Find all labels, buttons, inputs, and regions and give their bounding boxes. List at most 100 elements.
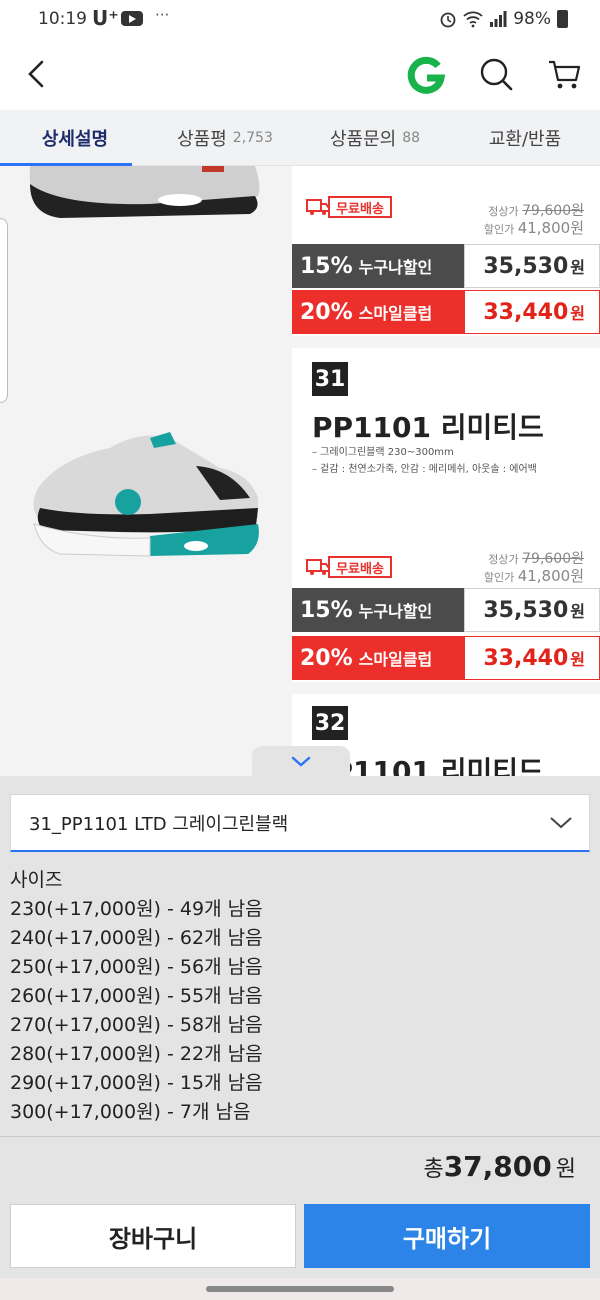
search-icon <box>480 58 513 91</box>
discount-price-value: 41,800원 <box>517 567 584 585</box>
promo-percent: 20% <box>300 299 353 325</box>
tab-exchange-return[interactable]: 교환/반품 <box>450 110 600 165</box>
size-option[interactable]: 240(+17,000원) - 62개 남음 <box>10 924 590 953</box>
promo-name: 스마일클럽 <box>358 304 433 323</box>
tab-label: 교환/반품 <box>488 128 562 150</box>
alarm-icon <box>440 12 456 28</box>
size-option[interactable]: 280(+17,000원) - 22개 남음 <box>10 1040 590 1069</box>
promo-price-unit: 원 <box>570 304 585 323</box>
product-detail-content[interactable]: 무료배송 정상가 79,600원 할인가 41,800원 15% 누구나할인 35… <box>0 166 600 776</box>
chevron-down-icon <box>550 817 572 829</box>
size-option[interactable]: 250(+17,000원) - 56개 남음 <box>10 953 590 982</box>
promo-percent: 15% <box>300 253 353 279</box>
back-button[interactable] <box>18 54 58 94</box>
promo-price: 33,440 <box>483 645 569 671</box>
size-option[interactable]: 270(+17,000원) - 58개 남음 <box>10 1011 590 1040</box>
buy-now-button[interactable]: 구매하기 <box>304 1204 590 1268</box>
navigation-bar <box>0 1278 600 1300</box>
tab-reviews[interactable]: 상품평 2,753 <box>150 110 300 165</box>
truck-icon <box>306 199 330 215</box>
status-time: 10:19 <box>38 9 87 29</box>
divider <box>0 1136 600 1137</box>
truck-icon <box>306 559 330 575</box>
free-shipping-badge: 무료배송 <box>306 188 394 232</box>
cart-icon <box>549 60 581 89</box>
total-label: 총 <box>423 1157 444 1182</box>
battery-icon <box>557 10 568 28</box>
free-shipping-label: 무료배송 <box>328 556 392 578</box>
sheet-collapse-button[interactable] <box>252 746 350 778</box>
promo-name: 누구나할인 <box>358 602 433 621</box>
discount-price: 할인가 41,800원 <box>484 217 584 238</box>
total-amount: 37,800 <box>443 1150 552 1183</box>
selected-option: 31_PP1101 LTD 그레이그린블랙 <box>29 813 289 835</box>
free-shipping-badge: 무료배송 <box>306 548 394 592</box>
tab-label: 상품평 <box>177 128 227 150</box>
item-number: 32 <box>312 706 348 740</box>
g-logo-icon <box>407 56 446 94</box>
discount-price-label: 할인가 <box>483 223 515 236</box>
size-header: 사이즈 <box>10 869 63 891</box>
product-desc: – 그레이그린블랙 230~300mm – 겉감 : 천연소가죽, 안감 : 메… <box>312 444 537 478</box>
promo-name: 누구나할인 <box>358 258 433 277</box>
search-button[interactable] <box>476 54 516 94</box>
total-unit: 원 <box>555 1157 576 1182</box>
size-option[interactable]: 300(+17,000원) - 7개 남음 <box>10 1098 590 1127</box>
wifi-icon <box>463 11 483 28</box>
product-image <box>0 348 292 682</box>
product-image <box>0 166 292 336</box>
tab-inquiries[interactable]: 상품문의 88 <box>300 110 450 165</box>
tab-detail[interactable]: 상세설명 <box>0 110 150 166</box>
product-card: 31 PP1101 리미티드 – 그레이그린블랙 230~300mm – 겉감 … <box>0 348 600 682</box>
gmarket-home-button[interactable] <box>404 54 448 98</box>
promo-price: 35,530 <box>483 253 569 279</box>
app-header <box>0 40 600 110</box>
sneaker-image <box>29 166 260 218</box>
product-image <box>0 694 292 776</box>
promo-price-unit: 원 <box>570 258 585 277</box>
chevron-down-icon <box>291 756 311 767</box>
promo-name: 스마일클럽 <box>358 650 433 669</box>
promo-price: 35,530 <box>483 597 569 623</box>
discount-price: 할인가 41,800원 <box>484 565 584 586</box>
size-option[interactable]: 230(+17,000원) - 49개 남음 <box>10 895 590 924</box>
item-number: 31 <box>312 362 348 396</box>
promo-price: 33,440 <box>483 299 569 325</box>
product-title: PP1101 리미티드 <box>312 411 544 444</box>
product-card: 무료배송 정상가 79,600원 할인가 41,800원 15% 누구나할인 35… <box>0 166 600 336</box>
promo-everyone-discount: 15% 누구나할인 35,530 원 <box>292 244 600 288</box>
battery-percent: 98% <box>513 9 551 29</box>
youtube-icon <box>121 11 143 26</box>
add-to-cart-button[interactable]: 장바구니 <box>10 1204 296 1268</box>
signal-icon <box>490 11 507 27</box>
tab-label: 상세설명 <box>41 128 109 150</box>
option-select[interactable]: 31_PP1101 LTD 그레이그린블랙 <box>10 794 590 852</box>
promo-percent: 20% <box>300 645 353 671</box>
size-option-list: 사이즈 230(+17,000원) - 49개 남음 240(+17,000원)… <box>10 866 590 1127</box>
home-indicator[interactable] <box>206 1286 394 1292</box>
tab-count: 2,753 <box>232 129 273 146</box>
chevron-left-icon <box>28 60 44 88</box>
carrier-label: U⁺ <box>92 6 119 30</box>
size-option[interactable]: 260(+17,000원) - 55개 남음 <box>10 982 590 1011</box>
product-desc-line: – 그레이그린블랙 230~300mm <box>312 447 454 458</box>
promo-price-unit: 원 <box>570 602 585 621</box>
size-option[interactable]: 290(+17,000원) - 15개 남음 <box>10 1069 590 1098</box>
side-handle[interactable] <box>0 218 8 403</box>
promo-price-unit: 원 <box>570 650 585 669</box>
more-notifications-icon: ··· <box>155 6 170 24</box>
promo-smile-club: 20% 스마일클럽 33,440 원 <box>292 636 600 680</box>
tab-bar: 상세설명 상품평 2,753 상품문의 88 교환/반품 <box>0 110 600 166</box>
sneaker-image <box>33 432 259 557</box>
tab-count: 88 <box>402 129 421 146</box>
status-right: 98% <box>439 9 568 29</box>
discount-price-label: 할인가 <box>483 571 515 584</box>
promo-everyone-discount: 15% 누구나할인 35,530 원 <box>292 588 600 632</box>
total-price: 총 37,800 원 <box>423 1150 576 1183</box>
promo-percent: 15% <box>300 597 353 623</box>
product-desc-line: – 겉감 : 천연소가죽, 안감 : 메리메쉬, 아웃솔 : 에어백 <box>312 464 537 475</box>
free-shipping-label: 무료배송 <box>328 196 392 218</box>
tab-label: 상품문의 <box>329 128 397 150</box>
cart-button[interactable] <box>544 54 584 94</box>
status-bar: 10:19 U⁺ ··· 98% <box>0 0 600 40</box>
